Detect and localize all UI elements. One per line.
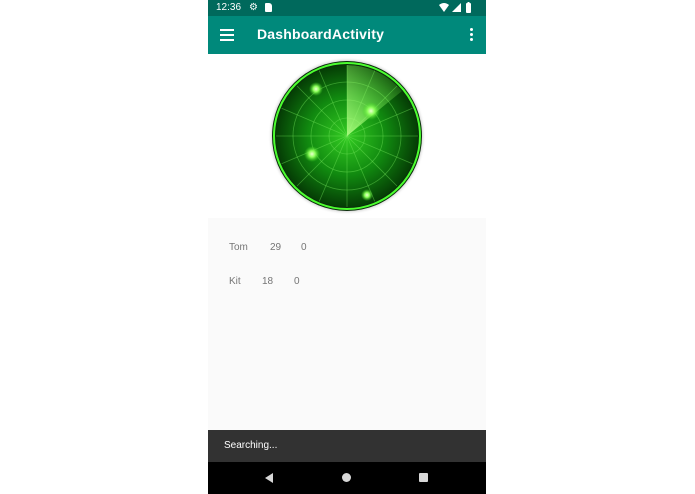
navigation-bar <box>208 462 486 494</box>
radar-icon <box>268 57 426 215</box>
list-item-value: 0 <box>294 276 300 287</box>
phone-screen: 12:36 ⚙ DashboardActivity Tom 29 0 Kit 1… <box>208 0 486 494</box>
status-time: 12:36 <box>216 2 242 13</box>
status-icons <box>439 2 471 13</box>
battery-icon <box>466 2 471 13</box>
signal-icon <box>452 3 461 12</box>
wifi-icon <box>439 3 449 12</box>
snackbar-text: Searching... <box>224 440 278 451</box>
snackbar: Searching... <box>208 430 486 462</box>
list-item-value: 0 <box>301 242 307 253</box>
back-icon[interactable] <box>265 473 273 483</box>
status-bar: 12:36 ⚙ <box>208 0 486 16</box>
list-item-age: 29 <box>270 242 282 253</box>
app-title: DashboardActivity <box>257 26 385 42</box>
list-item-name: Kit <box>229 276 241 287</box>
recents-icon[interactable] <box>419 473 428 482</box>
home-icon[interactable] <box>342 473 351 482</box>
list-item-name: Tom <box>229 242 248 253</box>
user-list: Tom 29 0 Kit 18 0 <box>208 218 486 430</box>
list-item-age: 18 <box>262 276 274 287</box>
settings-notification-icon: ⚙ <box>249 2 258 13</box>
overflow-menu-icon[interactable] <box>470 28 474 42</box>
radar-container <box>208 54 486 218</box>
menu-icon[interactable] <box>220 29 234 41</box>
sd-card-icon <box>265 3 272 12</box>
app-bar: DashboardActivity <box>208 16 486 54</box>
